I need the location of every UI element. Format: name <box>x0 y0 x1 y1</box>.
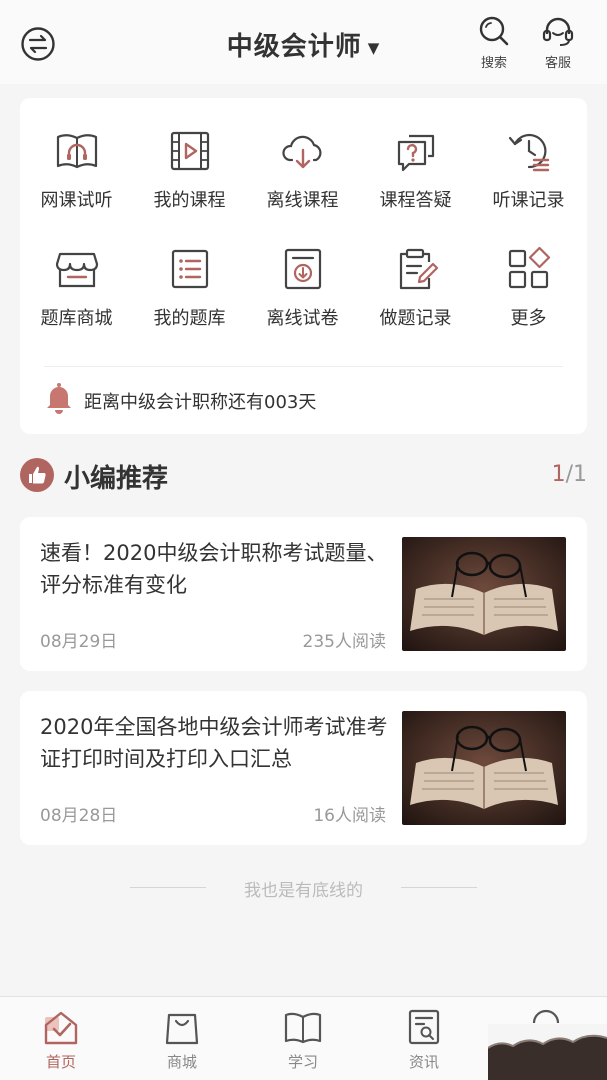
article-thumbnail <box>402 711 566 825</box>
tab-label: 商城 <box>166 1053 197 1071</box>
tab-store[interactable]: 商城 <box>142 1007 222 1072</box>
headset-icon <box>542 17 574 46</box>
page-indicator: 1/1 <box>552 462 587 487</box>
page-title: 中级会计师 <box>226 32 362 62</box>
countdown-text: 距离中级会计职称还有003天 <box>84 392 317 413</box>
grid-item-my-courses[interactable]: 我的课程 <box>133 128 246 212</box>
grid-item-label: 网课试听 <box>40 190 113 211</box>
grid-item-label: 离线试卷 <box>266 308 339 329</box>
list-icon <box>171 249 208 289</box>
grid-item-label: 离线课程 <box>266 190 339 211</box>
grid-item-my-questions[interactable]: 我的题库 <box>133 246 246 330</box>
recommend-section-header: 小编推荐 1/1 <box>20 456 587 496</box>
paper-download-icon <box>284 248 321 290</box>
shopping-bag-icon <box>165 1013 199 1045</box>
grid-item-course-qa[interactable]: 课程答疑 <box>359 128 472 212</box>
grid-item-label: 题库商城 <box>40 308 113 329</box>
bell-icon <box>47 383 71 414</box>
grid-item-practice-history[interactable]: 做题记录 <box>359 246 472 330</box>
more-grid-icon <box>508 246 550 289</box>
grid-item-label: 做题记录 <box>379 308 452 329</box>
overlay-thumbnail <box>488 1024 607 1080</box>
grid-item-history[interactable]: 听课记录 <box>472 128 585 212</box>
article-card[interactable]: 2020年全国各地中级会计师考试准考证打印时间及打印入口汇总 08月28日 16… <box>20 691 587 845</box>
grid-item-trial-course[interactable]: 网课试听 <box>20 128 133 212</box>
grid-item-label: 听课记录 <box>492 190 565 211</box>
tab-label: 学习 <box>287 1053 318 1071</box>
grid-item-more[interactable]: 更多 <box>472 246 585 330</box>
customer-service-button[interactable]: 客服 <box>528 14 588 71</box>
article-title: 2020年全国各地中级会计师考试准考证打印时间及打印入口汇总 <box>40 715 388 771</box>
grid-item-offline-courses[interactable]: 离线课程 <box>246 128 359 212</box>
video-play-icon <box>170 131 209 171</box>
article-date: 08月28日 <box>40 806 118 826</box>
question-chat-icon <box>397 134 434 172</box>
tab-home[interactable]: 首页 <box>21 1007 101 1072</box>
search-button[interactable]: 搜索 <box>464 14 524 71</box>
end-of-list-indicator: 我也是有底线的 <box>0 876 607 901</box>
article-date: 08月29日 <box>40 632 118 652</box>
search-icon <box>479 16 509 46</box>
divider-line <box>401 887 477 888</box>
profile-tab-icon[interactable] <box>526 1005 566 1025</box>
article-read-count: 16人阅读 <box>313 806 386 826</box>
article-thumbnail <box>402 537 566 651</box>
grid-item-question-store[interactable]: 题库商城 <box>20 246 133 330</box>
tab-label: 资讯 <box>408 1053 439 1071</box>
divider <box>44 366 563 367</box>
grid-item-label: 我的课程 <box>153 190 226 211</box>
page-current: 1 <box>551 462 566 487</box>
grid-item-label: 更多 <box>510 308 547 329</box>
service-label: 客服 <box>544 56 571 71</box>
section-title: 小编推荐 <box>64 464 169 494</box>
grid-item-label: 我的题库 <box>153 308 226 329</box>
tab-label: 首页 <box>45 1053 76 1071</box>
grid-item-label: 课程答疑 <box>379 190 452 211</box>
clipboard-edit-icon <box>399 248 438 290</box>
end-of-list-text: 我也是有底线的 <box>244 881 363 901</box>
article-read-count: 235人阅读 <box>302 632 386 652</box>
thumbs-up-icon <box>20 458 54 492</box>
caret-down-icon: ▼ <box>367 38 381 57</box>
top-bar: 中级会计师 ▼ 搜索 客服 <box>0 0 607 84</box>
cloud-download-icon <box>281 135 322 169</box>
grid-item-offline-papers[interactable]: 离线试卷 <box>246 246 359 330</box>
news-icon <box>408 1009 440 1045</box>
search-label: 搜索 <box>480 56 507 71</box>
feature-grid-card: 网课试听 我的课程 离线课程 课程答疑 听课记录 题库商城 我的题库 离线试卷 … <box>20 98 587 434</box>
store-icon <box>55 252 98 288</box>
home-icon <box>44 1011 78 1045</box>
history-icon <box>508 133 549 172</box>
tab-study[interactable]: 学习 <box>263 1007 343 1072</box>
book-headphone-icon <box>56 134 97 169</box>
open-book-icon <box>284 1012 322 1044</box>
tab-news[interactable]: 资讯 <box>384 1007 464 1072</box>
article-card[interactable]: 速看！2020中级会计职称考试题量、评分标准有变化 08月29日 235人阅读 <box>20 517 587 671</box>
page-total: /1 <box>565 462 587 487</box>
article-title: 速看！2020中级会计职称考试题量、评分标准有变化 <box>40 541 388 597</box>
